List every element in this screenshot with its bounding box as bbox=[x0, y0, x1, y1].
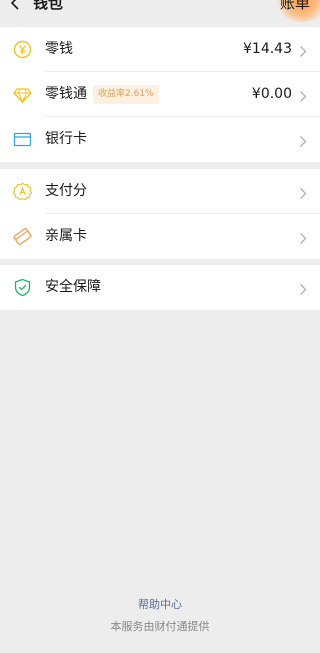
shield-check-icon bbox=[13, 278, 32, 297]
bank-card-icon bbox=[13, 130, 32, 149]
pay-score-icon bbox=[12, 182, 33, 201]
chevron-right-icon bbox=[299, 43, 307, 57]
row-label: 安全保障 bbox=[45, 279, 101, 295]
row-pay-score[interactable]: 支付分 bbox=[0, 169, 320, 214]
help-center-link[interactable]: 帮助中心 bbox=[0, 597, 320, 613]
row-label: 零钱 bbox=[45, 41, 73, 57]
page-title: 钱包 bbox=[33, 0, 64, 12]
chevron-right-icon bbox=[299, 185, 307, 199]
family-card-icon bbox=[13, 227, 32, 246]
diamond-icon bbox=[13, 85, 32, 104]
top-bar: 钱包 账单 bbox=[0, 0, 320, 27]
row-bank-card[interactable]: 银行卡 bbox=[0, 117, 320, 162]
row-change[interactable]: 零钱 ¥14.43 bbox=[0, 27, 320, 72]
provider-text: 本服务由财付通提供 bbox=[110, 620, 210, 633]
chevron-right-icon bbox=[299, 88, 307, 102]
coin-yen-icon bbox=[13, 40, 32, 59]
chevron-right-icon bbox=[299, 133, 307, 147]
row-family-card[interactable]: 亲属卡 bbox=[0, 214, 320, 259]
row-label: 亲属卡 bbox=[45, 228, 87, 244]
row-label: 零钱通 bbox=[45, 86, 87, 102]
yield-rate-badge: 收益率2.61% bbox=[93, 85, 159, 104]
wallet-group-services: 支付分 亲属卡 bbox=[0, 169, 320, 259]
row-lingqiantong[interactable]: 零钱通 收益率2.61% ¥0.00 bbox=[0, 72, 320, 117]
wallet-group-balance: 零钱 ¥14.43 零钱通 收益率2.61% ¥0.00 银行卡 bbox=[0, 27, 320, 162]
wallet-group-security: 安全保障 bbox=[0, 265, 320, 310]
balance-value: ¥0.00 bbox=[251, 86, 292, 102]
chevron-right-icon bbox=[299, 281, 307, 295]
chevron-right-icon bbox=[299, 230, 307, 244]
row-label: 银行卡 bbox=[45, 131, 87, 147]
balance-value: ¥14.43 bbox=[243, 41, 292, 57]
row-security[interactable]: 安全保障 bbox=[0, 265, 320, 310]
bill-button[interactable]: 账单 bbox=[280, 0, 310, 13]
row-label: 支付分 bbox=[45, 183, 87, 199]
chevron-left-icon[interactable] bbox=[9, 0, 23, 10]
